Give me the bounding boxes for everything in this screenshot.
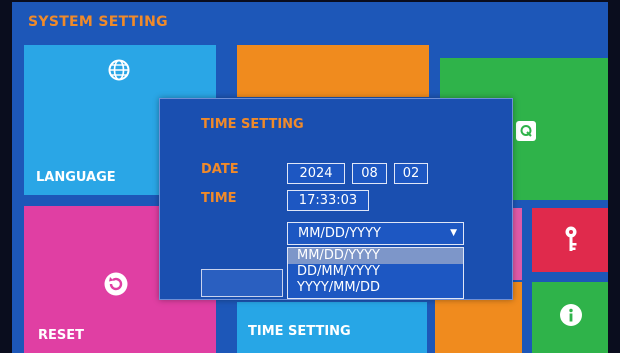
reset-label: RESET xyxy=(38,328,85,343)
time-field[interactable]: 17:33:03 xyxy=(287,190,369,211)
orange-tile-top[interactable] xyxy=(237,45,429,97)
dialog-title: TIME SETTING xyxy=(201,117,304,132)
date-format-option[interactable]: YYYY/MM/DD xyxy=(288,280,463,296)
date-format-option[interactable]: MM/DD/YYYY xyxy=(288,248,463,264)
time-label: TIME xyxy=(201,191,237,206)
globe-icon xyxy=(106,57,132,83)
security-tile[interactable] xyxy=(532,208,608,272)
dialog-button[interactable] xyxy=(201,269,283,297)
time-setting-tile[interactable]: TIME SETTING xyxy=(237,302,427,353)
hard-drive-icon xyxy=(516,121,536,141)
time-setting-tile-label: TIME SETTING xyxy=(248,324,351,339)
info-tile[interactable] xyxy=(532,282,608,353)
date-format-option[interactable]: DD/MM/YYYY xyxy=(288,264,463,280)
time-setting-dialog: TIME SETTING DATE 2024 08 02 TIME 17:33:… xyxy=(159,98,513,300)
key-icon xyxy=(561,224,581,254)
page-title: SYSTEM SETTING xyxy=(28,14,168,30)
language-label: LANGUAGE xyxy=(36,170,116,185)
date-month-field[interactable]: 08 xyxy=(352,163,387,184)
system-setting-screen: SYSTEM SETTING LANGUAGE RESET TIME SETTI… xyxy=(12,2,608,353)
date-year-field[interactable]: 2024 xyxy=(287,163,345,184)
date-label: DATE xyxy=(201,162,239,177)
chevron-down-icon: ▼ xyxy=(450,228,457,238)
date-format-options: MM/DD/YYYY DD/MM/YYYY YYYY/MM/DD xyxy=(287,247,464,299)
date-format-selected: MM/DD/YYYY xyxy=(298,226,381,241)
date-day-field[interactable]: 02 xyxy=(394,163,428,184)
refresh-icon xyxy=(102,270,130,298)
date-format-select[interactable]: MM/DD/YYYY ▼ xyxy=(287,222,464,245)
info-icon xyxy=(560,304,582,326)
